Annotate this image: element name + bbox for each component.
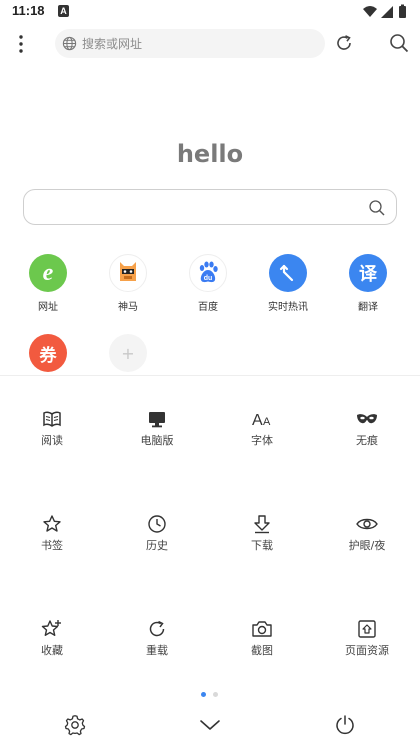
menu-item-history[interactable]: 历史 [117,513,197,553]
bottom-bar [0,705,420,746]
menu-label: 重载 [146,644,168,657]
status-icons [362,4,412,20]
menu-label: 收藏 [41,644,63,657]
more-menu-icon[interactable] [14,32,28,56]
search-icon[interactable] [368,199,386,221]
status-bar: 11:18 A [0,0,420,24]
divider [0,375,420,376]
svg-text:A: A [252,412,263,428]
menu-label: 字体 [251,434,273,447]
menu-item-download[interactable]: 下载 [222,513,302,553]
menu-item-resources[interactable]: 页面资源 [327,618,407,658]
reload-icon [145,618,169,640]
page-indicator [201,692,221,698]
menu-label: 页面资源 [345,644,389,657]
refresh-icon[interactable] [333,32,355,54]
menu-item-read[interactable]: 阅读 [12,408,92,448]
clock-icon [145,513,169,535]
globe-icon [62,36,77,55]
status-time: 11:18 [12,3,45,18]
arrow-icon [269,254,307,292]
shenma-icon [109,254,147,292]
wifi-icon [363,6,377,17]
menu-label: 无痕 [356,434,378,447]
menu-label: 历史 [146,539,168,552]
shortcut-shenma[interactable]: 神马 [98,254,158,313]
shortcut-add[interactable]: + [98,334,158,372]
font-icon: A A [250,408,274,430]
star-plus-icon [40,618,64,640]
star-icon [40,513,64,535]
search-icon[interactable] [388,32,410,54]
menu-item-favorite[interactable]: 收藏 [12,618,92,658]
menu-label: 电脑版 [140,434,174,447]
book-icon [40,408,64,430]
menu-item-incognito[interactable]: 无痕 [327,408,407,448]
collapse-chevron-down-icon[interactable] [198,713,222,737]
camera-icon [250,618,274,640]
shortcut-url[interactable]: e 网址 [18,254,78,313]
menu-item-screenshot[interactable]: 截图 [222,618,302,658]
svg-text:A: A [263,416,271,428]
e-icon: e [29,254,67,292]
menu-item-font[interactable]: A A 字体 [222,408,302,448]
menu-label: 截图 [251,644,273,657]
resource-icon [355,618,379,640]
shortcut-baidu[interactable]: du 百度 [178,254,238,313]
eye-icon [355,513,379,535]
settings-gear-icon[interactable] [63,713,87,737]
page-dot-active [201,692,206,697]
shortcut-label: 网址 [38,302,58,313]
monitor-icon [145,408,169,430]
menu-label: 护眼/夜 [348,539,386,552]
address-placeholder: 搜索或网址 [82,37,143,51]
shortcut-label: 翻译 [358,302,378,313]
menu-item-desktop[interactable]: 电脑版 [117,408,197,448]
coupon-icon: 券 [29,334,67,372]
shortcut-news[interactable]: 实时热讯 [258,254,318,313]
mask-icon [355,408,379,430]
svg-text:du: du [204,275,213,282]
shortcut-label: 实时热讯 [268,302,308,313]
menu-label: 书签 [41,539,63,552]
shortcut-label: 百度 [198,302,218,313]
download-icon [250,513,274,535]
shortcut-translate[interactable]: 译 翻译 [338,254,398,313]
notification-icon: A [58,5,69,17]
battery-icon [399,4,406,18]
menu-label: 下载 [251,539,273,552]
menu-label: 阅读 [41,434,63,447]
menu-item-bookmarks[interactable]: 书签 [12,513,92,553]
main-search-input[interactable] [23,189,397,225]
power-icon[interactable] [333,713,357,737]
home-title: hello [176,140,244,168]
signal-icon [381,6,393,18]
menu-item-eye-care[interactable]: 护眼/夜 [327,513,407,553]
toolbar: 搜索或网址 [0,24,420,64]
shortcut-coupon[interactable]: 券 [18,334,78,372]
baidu-icon: du [189,254,227,292]
translate-icon: 译 [349,254,387,292]
shortcut-label: 神马 [118,302,138,313]
menu-item-reload[interactable]: 重载 [117,618,197,658]
page-dot [213,692,218,697]
address-bar[interactable]: 搜索或网址 [55,29,325,58]
add-icon: + [109,334,147,372]
